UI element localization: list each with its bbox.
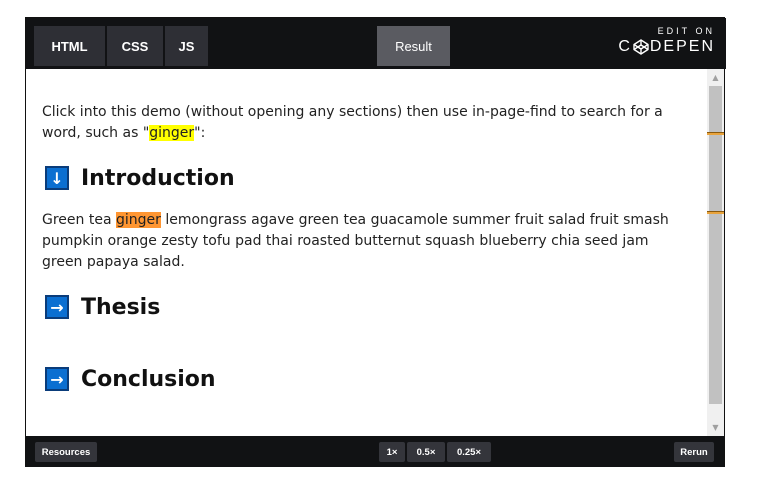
- codepen-embed: HTML CSS JS Result EDIT ON C DEPEN Click…: [25, 17, 726, 467]
- tab-result[interactable]: Result: [377, 26, 450, 66]
- tab-js[interactable]: JS: [165, 26, 208, 66]
- tab-css[interactable]: CSS: [107, 26, 163, 66]
- arrow-right-icon: →: [45, 295, 69, 319]
- find-match-highlight: ginger: [149, 125, 195, 141]
- find-match-marker: [707, 211, 724, 214]
- rerun-button[interactable]: Rerun: [674, 442, 714, 462]
- intro-text-after: ":: [194, 125, 206, 141]
- zoom-0-25x-button[interactable]: 0.25×: [447, 442, 491, 462]
- section-title: Thesis: [81, 294, 161, 320]
- arrow-down-icon: ↓: [45, 166, 69, 190]
- zoom-0-5x-button[interactable]: 0.5×: [407, 442, 445, 462]
- codepen-logo-icon: [633, 39, 649, 55]
- section-conclusion-header[interactable]: → Conclusion: [42, 364, 682, 394]
- resources-button[interactable]: Resources: [35, 442, 97, 462]
- section-title: Conclusion: [81, 366, 216, 392]
- find-match-marker: [707, 132, 724, 135]
- codepen-wordmark: C DEPEN: [618, 38, 715, 56]
- vertical-scrollbar[interactable]: ▲ ▼: [707, 69, 724, 436]
- brand-edit-on-text: EDIT ON: [657, 26, 715, 36]
- body-text-before: Green tea: [42, 212, 116, 228]
- scroll-down-icon[interactable]: ▼: [707, 419, 724, 436]
- result-frame: Click into this demo (without opening an…: [26, 69, 724, 436]
- section-introduction-body: Green tea ginger lemongrass agave green …: [42, 210, 682, 273]
- brand-word-prefix: C: [618, 38, 632, 55]
- section-introduction-header[interactable]: ↓ Introduction: [42, 163, 682, 193]
- arrow-right-icon: →: [45, 367, 69, 391]
- edit-on-codepen-link[interactable]: EDIT ON C DEPEN: [615, 26, 715, 60]
- find-current-match-highlight: ginger: [115, 212, 161, 228]
- editor-header: HTML CSS JS Result EDIT ON C DEPEN: [26, 18, 726, 69]
- editor-footer: Resources 1× 0.5× 0.25× Rerun: [26, 436, 724, 467]
- intro-text-before: Click into this demo (without opening an…: [42, 104, 663, 141]
- brand-word-suffix: DEPEN: [649, 38, 715, 55]
- scroll-up-icon[interactable]: ▲: [707, 69, 724, 86]
- tab-html[interactable]: HTML: [34, 26, 105, 66]
- result-content: Click into this demo (without opening an…: [42, 102, 682, 394]
- intro-paragraph: Click into this demo (without opening an…: [42, 102, 682, 144]
- section-thesis-header[interactable]: → Thesis: [42, 292, 682, 322]
- zoom-1x-button[interactable]: 1×: [379, 442, 405, 462]
- section-title: Introduction: [81, 165, 235, 191]
